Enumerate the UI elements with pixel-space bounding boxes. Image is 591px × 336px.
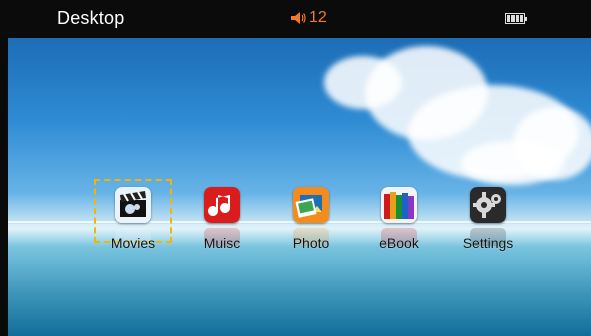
gears-icon — [470, 187, 506, 223]
app-label-music: Muisc — [203, 235, 241, 251]
device-screen: Desktop 12 Movies Muisc Photo eBook Sett… — [0, 0, 591, 336]
app-settings[interactable]: Settings — [453, 187, 523, 277]
desktop-app-grid: Movies Muisc Photo eBook Settings — [94, 179, 538, 317]
volume-value: 12 — [309, 9, 327, 26]
speaker-icon — [291, 12, 306, 24]
app-label-movies: Movies — [110, 235, 156, 251]
app-photo[interactable]: Photo — [276, 187, 346, 277]
battery-icon — [505, 13, 527, 24]
app-music[interactable]: Muisc — [187, 187, 257, 277]
desktop-screen: Desktop 12 Movies Muisc Photo eBook Sett… — [0, 0, 591, 336]
app-label-photo: Photo — [292, 235, 330, 251]
screen-title: Desktop — [57, 8, 125, 28]
app-label-settings: Settings — [462, 235, 514, 251]
app-movies[interactable]: Movies — [94, 179, 172, 277]
status-bar: Desktop 12 — [0, 0, 591, 38]
photo-icon — [293, 187, 329, 223]
app-label-ebook: eBook — [379, 235, 419, 251]
volume-indicator: 12 — [290, 9, 327, 27]
books-icon — [381, 187, 417, 223]
desktop-wallpaper: Movies Muisc Photo eBook Settings — [8, 38, 591, 336]
clapperboard-icon — [115, 187, 151, 223]
app-ebook[interactable]: eBook — [364, 187, 434, 277]
music-note-icon — [204, 187, 240, 223]
